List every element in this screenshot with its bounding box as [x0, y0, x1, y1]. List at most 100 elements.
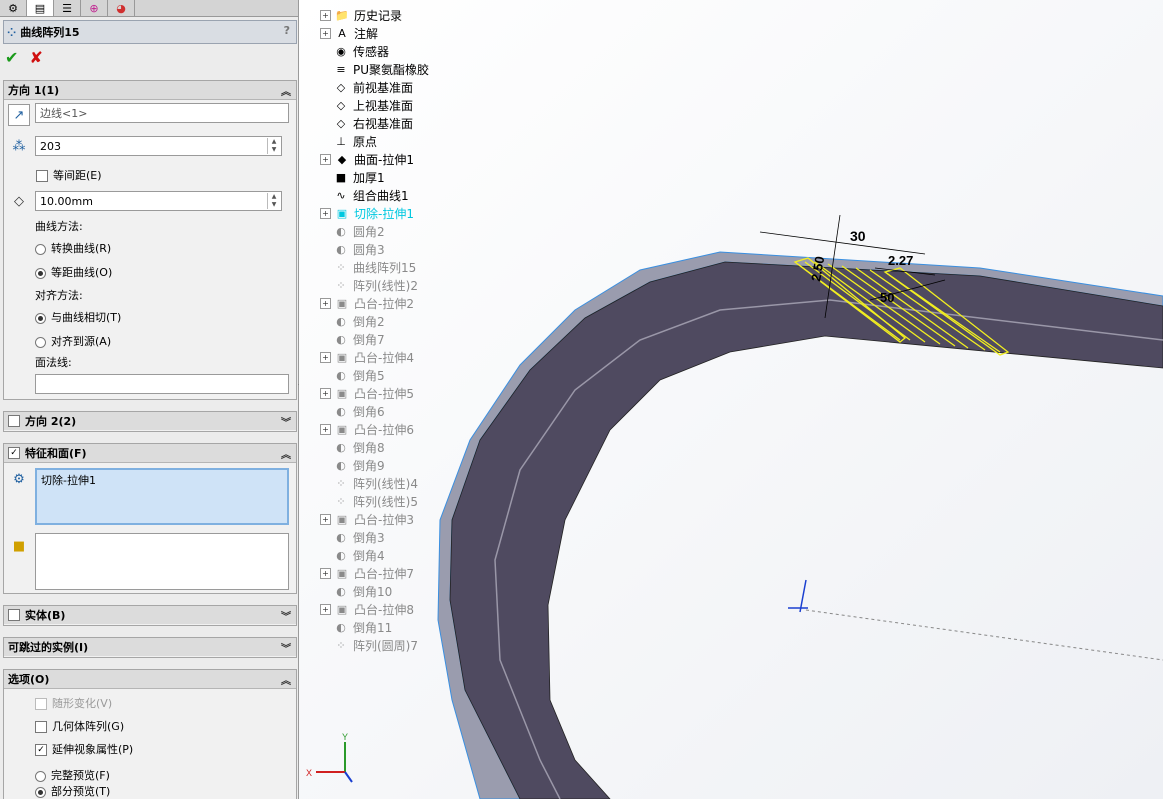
tree-item[interactable]: ◐ 倒角3 — [320, 528, 384, 546]
expand-toggle-icon[interactable]: + — [320, 603, 331, 615]
tree-item[interactable]: ⊥ 原点 — [320, 132, 377, 150]
tree-item[interactable]: ■ 加厚1 — [320, 168, 385, 186]
tree-item[interactable]: + ▣ 切除-拉伸1 — [320, 204, 414, 222]
direction1-header[interactable]: 方向 1(1) ︽ — [4, 81, 296, 100]
direction2-header[interactable]: 方向 2(2) ︾ — [4, 412, 296, 430]
curve-method-transform[interactable]: 转换曲线(R) — [35, 240, 111, 256]
tree-item[interactable]: + ▣ 凸台-拉伸7 — [320, 564, 414, 582]
dimension-30[interactable]: 30 — [850, 228, 866, 244]
align-source[interactable]: 对齐到源(A) — [35, 333, 111, 349]
expand-toggle-icon[interactable]: + — [320, 351, 331, 363]
bodies-header[interactable]: 实体(B) ︾ — [4, 606, 296, 624]
tree-item[interactable]: ◉ 传感器 — [320, 42, 389, 60]
spacing-input[interactable]: 10.00mm ▲ ▼ — [35, 191, 282, 211]
tree-item[interactable]: ⁘ 曲线阵列15 — [320, 258, 416, 276]
faces-list[interactable] — [35, 533, 289, 590]
radio-full-preview[interactable] — [35, 770, 46, 782]
tree-item[interactable]: + ▣ 凸台-拉伸4 — [320, 348, 414, 366]
tree-item[interactable]: + A 注解 — [320, 24, 378, 42]
partial-preview-row[interactable]: 部分预览(T) — [35, 783, 110, 799]
collapse-icon[interactable]: ︽ — [281, 672, 291, 687]
dimension-2-27[interactable]: 2.27 — [888, 253, 913, 268]
expand-toggle-icon[interactable]: + — [320, 207, 331, 219]
tab-config-manager[interactable]: ☰ — [54, 0, 81, 16]
spacing-spinner[interactable]: ▲ ▼ — [267, 193, 280, 209]
radio-source[interactable] — [35, 336, 46, 348]
collapse-icon[interactable]: ︽ — [281, 446, 291, 461]
tab-feature-manager[interactable]: ⚙ — [0, 0, 27, 16]
expand-icon[interactable]: ︾ — [281, 414, 291, 429]
align-tangent[interactable]: 与曲线相切(T) — [35, 309, 121, 325]
tree-item[interactable]: ⁘ 阵列(线性)5 — [320, 492, 418, 510]
radio-transform[interactable] — [35, 243, 46, 255]
tab-display-manager[interactable]: ◕ — [108, 0, 135, 16]
features-faces-header[interactable]: ✓ 特征和面(F) ︽ — [4, 444, 296, 463]
face-normal-field[interactable] — [35, 374, 289, 394]
tab-dim-expert[interactable]: ⊕ — [81, 0, 108, 16]
tree-item[interactable]: ◐ 倒角11 — [320, 618, 392, 636]
tree-item[interactable]: ⁘ 阵列(圆周)7 — [320, 636, 418, 654]
tree-item[interactable]: ◐ 倒角4 — [320, 546, 384, 564]
tree-item[interactable]: ◐ 倒角10 — [320, 582, 392, 600]
options-header[interactable]: 选项(O) ︽ — [4, 670, 296, 689]
pattern-direction-icon[interactable]: ↗ — [8, 104, 30, 126]
tree-item[interactable]: + 📁 历史记录 — [320, 6, 402, 24]
tree-item[interactable]: ◐ 倒角5 — [320, 366, 384, 384]
direction2-checkbox[interactable] — [8, 415, 20, 427]
tree-item[interactable]: ◐ 倒角6 — [320, 402, 384, 420]
tree-item[interactable]: ◐ 倒角8 — [320, 438, 384, 456]
features-faces-checkbox[interactable]: ✓ — [8, 447, 20, 459]
instances-input[interactable]: 203 ▲ ▼ — [35, 136, 282, 156]
tree-item[interactable]: + ▣ 凸台-拉伸8 — [320, 600, 414, 618]
tree-item[interactable]: ≡ PU聚氨酯橡胶 — [320, 60, 429, 78]
bodies-checkbox[interactable] — [8, 609, 20, 621]
tree-item[interactable]: ⁘ 阵列(线性)2 — [320, 276, 418, 294]
tree-item[interactable]: + ▣ 凸台-拉伸3 — [320, 510, 414, 528]
panel-collapse-handle[interactable]: ◀ — [298, 380, 306, 410]
dimension-50[interactable]: 50 — [880, 290, 894, 305]
feature-item[interactable]: 切除-拉伸1 — [41, 474, 96, 487]
expand-toggle-icon[interactable]: + — [320, 297, 331, 309]
expand-toggle-icon[interactable]: + — [320, 567, 331, 579]
skip-header[interactable]: 可跳过的实例(I) ︾ — [4, 638, 296, 656]
expand-toggle-icon[interactable]: + — [320, 153, 331, 165]
expand-icon[interactable]: ︾ — [281, 640, 291, 655]
expand-toggle-icon[interactable]: + — [320, 423, 331, 435]
equal-spacing-checkbox[interactable] — [36, 170, 48, 182]
full-preview-row[interactable]: 完整预览(F) — [35, 767, 110, 783]
expand-icon[interactable]: ︾ — [281, 608, 291, 623]
tree-item[interactable]: ◐ 圆角3 — [320, 240, 384, 258]
expand-toggle-icon[interactable]: + — [320, 9, 331, 21]
tab-property-manager[interactable]: ▤ — [27, 0, 54, 16]
tree-item[interactable]: ◐ 倒角7 — [320, 330, 384, 348]
collapse-icon[interactable]: ︽ — [281, 83, 291, 98]
radio-tangent[interactable] — [35, 312, 46, 324]
radio-offset[interactable] — [35, 267, 46, 279]
equal-spacing-row[interactable]: 等间距(E) — [36, 167, 102, 183]
geometry-pattern-row[interactable]: 几何体阵列(G) — [35, 718, 124, 734]
instances-spinner[interactable]: ▲ ▼ — [267, 138, 280, 154]
expand-toggle-icon[interactable]: + — [320, 513, 331, 525]
cancel-button[interactable]: ✘ — [30, 48, 43, 67]
ok-button[interactable]: ✔ — [5, 48, 18, 67]
help-button[interactable]: ? — [284, 24, 290, 37]
tree-item[interactable]: + ◆ 曲面-拉伸1 — [320, 150, 414, 168]
geometry-pattern-checkbox[interactable] — [35, 721, 47, 733]
tree-item[interactable]: ◇ 上视基准面 — [320, 96, 413, 114]
tree-item[interactable]: ◇ 右视基准面 — [320, 114, 413, 132]
tree-item[interactable]: ◐ 倒角2 — [320, 312, 384, 330]
features-list[interactable]: 切除-拉伸1 — [35, 468, 289, 525]
tree-item[interactable]: + ▣ 凸台-拉伸2 — [320, 294, 414, 312]
tree-item[interactable]: ◐ 圆角2 — [320, 222, 384, 240]
propagate-visual-row[interactable]: ✓ 延伸视象属性(P) — [35, 741, 133, 757]
tree-item[interactable]: + ▣ 凸台-拉伸5 — [320, 384, 414, 402]
edge-selection-field[interactable]: 边线<1> — [35, 103, 289, 123]
radio-partial-preview[interactable] — [35, 786, 46, 798]
tree-item[interactable]: ⁘ 阵列(线性)4 — [320, 474, 418, 492]
tree-item[interactable]: ∿ 组合曲线1 — [320, 186, 408, 204]
propagate-visual-checkbox[interactable]: ✓ — [35, 744, 47, 756]
expand-toggle-icon[interactable]: + — [320, 387, 331, 399]
tree-item[interactable]: + ▣ 凸台-拉伸6 — [320, 420, 414, 438]
expand-toggle-icon[interactable]: + — [320, 27, 331, 39]
curve-method-offset[interactable]: 等距曲线(O) — [35, 264, 112, 280]
